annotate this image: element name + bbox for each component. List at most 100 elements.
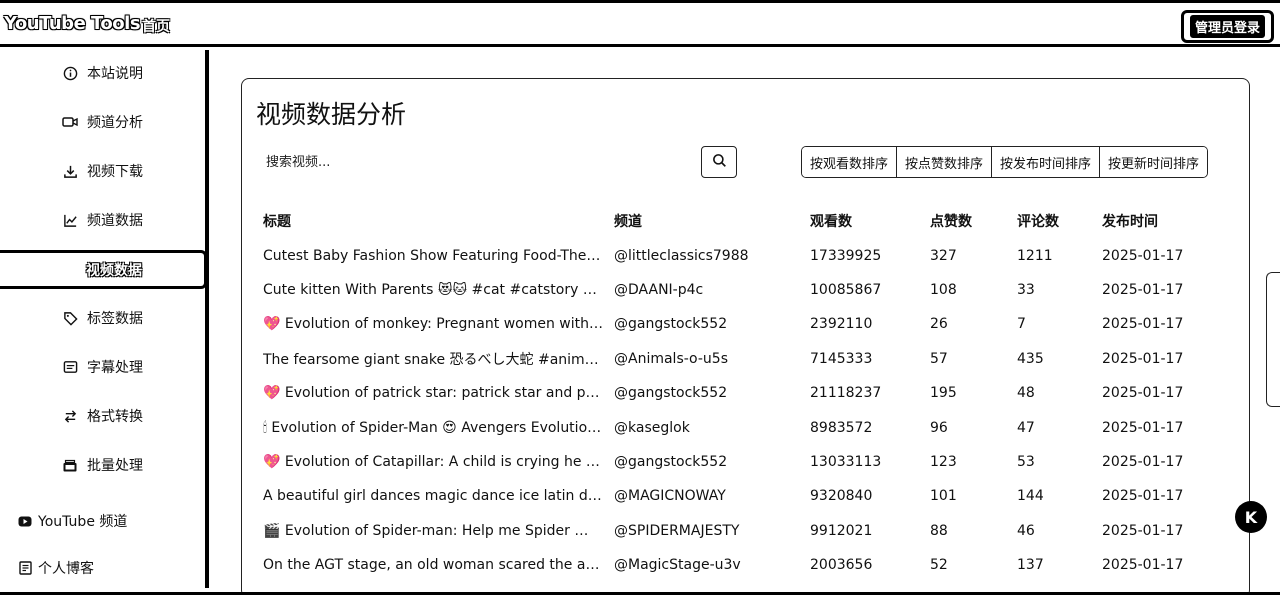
cell-channel[interactable]: @Animals-o-u5s: [614, 342, 799, 376]
cell-publish-date-text: 2025-01-17: [1102, 453, 1184, 470]
cell-title[interactable]: The fearsome giant snake 恐るべし大蛇 #animals…: [263, 342, 603, 376]
sort-by-views-button[interactable]: 按观看数排序: [802, 147, 898, 177]
cell-comments-text: 46: [1017, 522, 1035, 539]
admin-login-button[interactable]: 管理员登录: [1180, 10, 1274, 43]
sidebar-divider: [205, 50, 209, 588]
cell-title[interactable]: 💖 Evolution of Catapillar: A child is cr…: [263, 445, 603, 479]
cell-title-text: 💖 Evolution of Catapillar: A child is cr…: [263, 453, 603, 470]
cell-title[interactable]: A beautiful girl dances magic dance ice …: [263, 479, 603, 513]
table-row[interactable]: 💖 Evolution of patrick star: patrick sta…: [263, 376, 1233, 410]
table-row[interactable]: Cutest Baby Fashion Show Featuring Food-…: [263, 238, 1233, 272]
column-header-publish-date[interactable]: 发布时间: [1102, 204, 1222, 238]
cell-channel[interactable]: @gangstock552: [614, 307, 799, 341]
cell-views-text: 9320840: [810, 488, 873, 505]
column-header-views[interactable]: 观看数: [810, 204, 920, 238]
cell-publish-date: 2025-01-17: [1102, 376, 1222, 410]
cell-title[interactable]: On the AGT stage, an old woman scared th…: [263, 548, 603, 582]
cell-likes: 108: [930, 273, 1010, 307]
table-row[interactable]: A beautiful girl dances magic dance ice …: [263, 479, 1233, 513]
cell-comments-text: 7: [1017, 316, 1026, 333]
sidebar-item-format-convert[interactable]: 格式转换: [62, 405, 143, 427]
sidebar-item-about[interactable]: 本站说明: [62, 62, 143, 84]
cell-channel[interactable]: @MAGICNOWAY: [614, 479, 799, 513]
search-icon: [712, 153, 727, 172]
cell-likes: 96: [930, 410, 1010, 444]
cell-publish-date-text: 2025-01-17: [1102, 350, 1184, 367]
cell-title[interactable]: Cute kitten With Parents 😻🐱 #cat #catsto…: [263, 273, 603, 307]
table-row[interactable]: On the AGT stage, an old woman scared th…: [263, 548, 1233, 582]
page-title: 视频数据分析: [256, 100, 407, 129]
column-header-title[interactable]: 标题: [263, 204, 603, 238]
cell-channel[interactable]: @gangstock552: [614, 376, 799, 410]
cell-views-text: 2392110: [810, 316, 873, 333]
cell-channel[interactable]: @SPIDERMAJESTY: [614, 514, 799, 548]
cell-likes: 101: [930, 479, 1010, 513]
convert-icon: [62, 408, 78, 424]
sort-by-update-time-button[interactable]: 按更新时间排序: [1100, 147, 1208, 177]
cell-views-text: 13033113: [810, 453, 882, 470]
sidebar-item-channel-analysis[interactable]: 频道分析: [62, 111, 143, 133]
cell-title[interactable]: 🎬 Evolution of Spider-man: Help me Spide…: [263, 514, 603, 548]
cell-views-text: 7145333: [810, 350, 873, 367]
cell-channel[interactable]: @DAANI-p4c: [614, 273, 799, 307]
batch-icon: [62, 457, 78, 473]
cell-comments-text: 48: [1017, 385, 1035, 402]
sort-by-likes-button[interactable]: 按点赞数排序: [897, 147, 993, 177]
column-header-channel[interactable]: 频道: [614, 204, 799, 238]
table-row[interactable]: The fearsome giant snake 恐るべし大蛇 #animals…: [263, 342, 1233, 376]
cell-channel-text: @MAGICNOWAY: [614, 488, 726, 505]
sidebar-link-blog[interactable]: 个人博客: [18, 557, 94, 579]
search-input[interactable]: [256, 146, 696, 178]
sidebar-link-label: YouTube 频道: [38, 514, 128, 530]
cell-comments: 137: [1017, 548, 1097, 582]
cell-views-text: 17339925: [810, 247, 882, 264]
cell-likes-text: 88: [930, 522, 948, 539]
sidebar-item-label: 频道分析: [87, 115, 143, 131]
cell-likes: 57: [930, 342, 1010, 376]
cell-likes-text: 101: [930, 488, 957, 505]
cell-title-text: A beautiful girl dances magic dance ice …: [263, 488, 603, 505]
sidebar-item-tag-data[interactable]: 标签数据: [62, 307, 143, 329]
cell-title[interactable]: 🕯 Evolution of Spider-Man 😍 Avengers Evo…: [263, 410, 603, 444]
floating-k-button[interactable]: K: [1235, 501, 1267, 533]
sort-by-publish-time-button[interactable]: 按发布时间排序: [992, 147, 1101, 177]
cell-channel-text: @gangstock552: [614, 453, 728, 470]
cell-channel-text: @MagicStage-u3v: [614, 557, 741, 574]
cell-publish-date-text: 2025-01-17: [1102, 247, 1184, 264]
cell-publish-date-text: 2025-01-17: [1102, 522, 1184, 539]
sidebar-item-video-data[interactable]: 视频数据: [0, 250, 207, 289]
cell-views-text: 10085867: [810, 281, 882, 298]
home-link[interactable]: 首页: [142, 16, 170, 36]
cell-title[interactable]: 💖 Evolution of monkey: Pregnant women wi…: [263, 307, 603, 341]
table-row[interactable]: 🎬 Evolution of Spider-man: Help me Spide…: [263, 514, 1233, 548]
table-row[interactable]: 💖 Evolution of Catapillar: A child is cr…: [263, 445, 1233, 479]
cell-channel[interactable]: @MagicStage-u3v: [614, 548, 799, 582]
cell-comments: 33: [1017, 273, 1097, 307]
sidebar-item-channel-data[interactable]: 频道数据: [62, 209, 143, 231]
cell-channel[interactable]: @littleclassics7988: [614, 238, 799, 272]
cell-comments-text: 435: [1017, 350, 1044, 367]
sidebar-item-video-download[interactable]: 视频下载: [62, 160, 143, 182]
sidebar-link-youtube[interactable]: YouTube 频道: [18, 510, 127, 532]
site-logo[interactable]: YouTube Tools: [4, 13, 141, 34]
cell-title[interactable]: 💖 Evolution of patrick star: patrick sta…: [263, 376, 603, 410]
column-header-comments[interactable]: 评论数: [1017, 204, 1097, 238]
cell-channel-text: @gangstock552: [614, 385, 728, 402]
cell-publish-date-text: 2025-01-17: [1102, 281, 1184, 298]
cell-views-text: 9912021: [810, 522, 873, 539]
cell-channel[interactable]: @kaseglok: [614, 410, 799, 444]
column-header-likes[interactable]: 点赞数: [930, 204, 1010, 238]
cell-comments-text: 144: [1017, 488, 1044, 505]
search-button[interactable]: [701, 146, 737, 178]
table-row[interactable]: 🕯 Evolution of Spider-Man 😍 Avengers Evo…: [263, 410, 1233, 444]
table-row[interactable]: 💖 Evolution of monkey: Pregnant women wi…: [263, 307, 1233, 341]
sidebar-item-batch[interactable]: 批量处理: [62, 454, 143, 476]
cell-channel[interactable]: @gangstock552: [614, 445, 799, 479]
cell-likes-text: 57: [930, 350, 948, 367]
cell-title[interactable]: Cutest Baby Fashion Show Featuring Food-…: [263, 238, 603, 272]
cell-publish-date-text: 2025-01-17: [1102, 385, 1184, 402]
sidebar-item-subtitle[interactable]: 字幕处理: [62, 356, 143, 378]
side-toolbar-widget[interactable]: [1266, 272, 1280, 407]
table-row[interactable]: Cute kitten With Parents 😻🐱 #cat #catsto…: [263, 273, 1233, 307]
cell-comments: 144: [1017, 479, 1097, 513]
